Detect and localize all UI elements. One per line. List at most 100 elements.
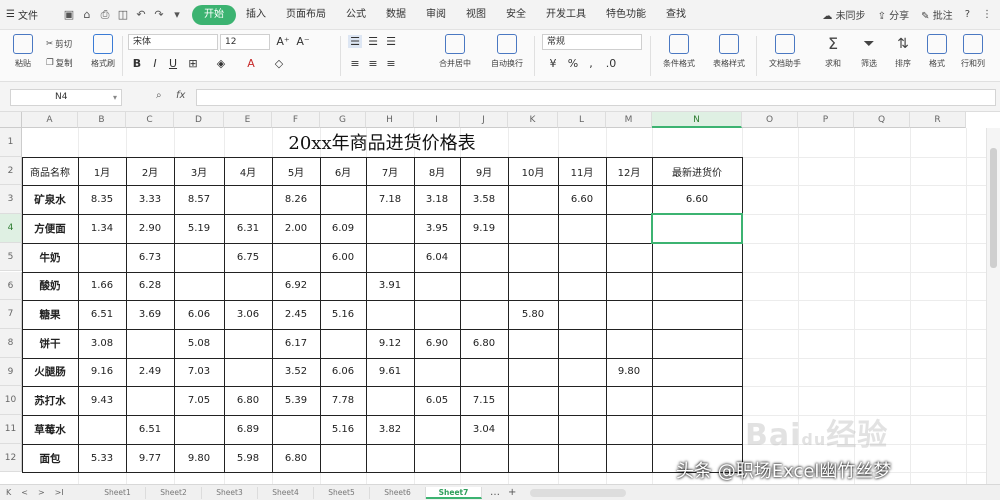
active-cell-cursor[interactable] bbox=[651, 213, 743, 244]
price-cell[interactable] bbox=[320, 272, 366, 301]
column-header-M[interactable]: M bbox=[606, 112, 652, 128]
price-cell[interactable] bbox=[606, 386, 652, 415]
ribbon-tab-5[interactable]: 审阅 bbox=[416, 5, 456, 25]
price-cell[interactable] bbox=[606, 243, 652, 272]
price-cell[interactable] bbox=[652, 243, 742, 272]
price-cell[interactable] bbox=[558, 386, 606, 415]
price-cell[interactable] bbox=[126, 386, 174, 415]
price-cell[interactable]: 6.28 bbox=[126, 272, 174, 301]
sheet-tab-4[interactable]: Sheet4 bbox=[258, 486, 314, 499]
row-header-1[interactable]: 1 bbox=[0, 128, 22, 157]
sheet-tab-5[interactable]: Sheet5 bbox=[314, 486, 370, 499]
column-header-D[interactable]: D bbox=[174, 112, 224, 128]
align-bottom-icon[interactable]: ☰ bbox=[384, 35, 398, 48]
price-cell[interactable]: 9.80 bbox=[174, 444, 224, 473]
price-cell[interactable] bbox=[224, 329, 272, 358]
more-sheets-icon[interactable]: … bbox=[490, 487, 500, 498]
doc-helper-button[interactable]: 文档助手 bbox=[768, 34, 802, 78]
header-cell-8[interactable]: 8月 bbox=[414, 157, 460, 186]
price-cell[interactable]: 7.78 bbox=[320, 386, 366, 415]
product-name-cell[interactable]: 草莓水 bbox=[22, 415, 78, 444]
row-header-4[interactable]: 4 bbox=[0, 214, 22, 243]
column-header-N[interactable]: N bbox=[652, 112, 742, 128]
price-cell[interactable]: 6.60 bbox=[652, 185, 742, 214]
row-header-6[interactable]: 6 bbox=[0, 271, 22, 301]
column-header-H[interactable]: H bbox=[366, 112, 414, 128]
price-cell[interactable]: 6.90 bbox=[414, 329, 460, 358]
price-cell[interactable] bbox=[558, 358, 606, 387]
price-cell[interactable] bbox=[558, 444, 606, 473]
ribbon-tab-10[interactable]: 查找 bbox=[656, 5, 696, 25]
price-cell[interactable]: 3.33 bbox=[126, 185, 174, 214]
font-grow-icon[interactable]: A⁺ bbox=[276, 35, 290, 48]
ribbon-tab-1[interactable]: 插入 bbox=[236, 5, 276, 25]
price-cell[interactable] bbox=[78, 243, 126, 272]
sheet-tab-2[interactable]: Sheet2 bbox=[146, 486, 202, 499]
price-cell[interactable] bbox=[460, 272, 508, 301]
sheet-tab-3[interactable]: Sheet3 bbox=[202, 486, 258, 499]
price-cell[interactable]: 9.12 bbox=[366, 329, 414, 358]
product-name-cell[interactable]: 面包 bbox=[22, 444, 78, 473]
header-cell-6[interactable]: 6月 bbox=[320, 157, 366, 186]
price-cell[interactable]: 6.92 bbox=[272, 272, 320, 301]
underline-icon[interactable]: U bbox=[166, 57, 180, 70]
ribbon-tab-8[interactable]: 开发工具 bbox=[536, 5, 596, 25]
price-cell[interactable] bbox=[224, 185, 272, 214]
column-header-O[interactable]: O bbox=[742, 112, 798, 128]
column-header-P[interactable]: P bbox=[798, 112, 854, 128]
sync-status[interactable]: ☁ 未同步 bbox=[822, 7, 865, 22]
vertical-scrollbar[interactable] bbox=[986, 128, 1000, 484]
add-sheet-icon[interactable]: + bbox=[508, 487, 516, 498]
price-cell[interactable] bbox=[78, 415, 126, 444]
prev-sheet-icon[interactable]: < bbox=[21, 488, 28, 497]
row-header-2[interactable]: 2 bbox=[0, 156, 22, 186]
price-cell[interactable] bbox=[558, 329, 606, 358]
product-name-cell[interactable]: 牛奶 bbox=[22, 243, 78, 272]
price-cell[interactable] bbox=[508, 386, 558, 415]
column-header-A[interactable]: A bbox=[22, 112, 78, 128]
header-cell-2[interactable]: 2月 bbox=[126, 157, 174, 186]
ribbon-tab-4[interactable]: 数据 bbox=[376, 5, 416, 25]
font-size-select[interactable]: 12 bbox=[220, 34, 270, 50]
decimal-icon[interactable]: .0 bbox=[604, 57, 618, 70]
price-cell[interactable] bbox=[320, 444, 366, 473]
comment-button[interactable]: ✎ 批注 bbox=[921, 7, 953, 22]
font-shrink-icon[interactable]: A⁻ bbox=[296, 35, 310, 48]
price-cell[interactable] bbox=[606, 329, 652, 358]
cut-button[interactable]: ✂ 剪切 bbox=[46, 38, 72, 50]
price-cell[interactable] bbox=[652, 272, 742, 301]
price-cell[interactable] bbox=[606, 272, 652, 301]
align-left-icon[interactable]: ≡ bbox=[348, 57, 362, 70]
price-cell[interactable]: 6.80 bbox=[460, 329, 508, 358]
price-cell[interactable] bbox=[366, 444, 414, 473]
scroll-thumb[interactable] bbox=[990, 148, 997, 268]
price-cell[interactable] bbox=[366, 214, 414, 243]
redo-icon[interactable]: ↷ bbox=[152, 8, 166, 22]
header-cell-11[interactable]: 11月 bbox=[558, 157, 606, 186]
price-cell[interactable]: 6.04 bbox=[414, 243, 460, 272]
header-cell-9[interactable]: 9月 bbox=[460, 157, 508, 186]
paste-button[interactable]: 粘贴 bbox=[6, 34, 40, 78]
price-cell[interactable] bbox=[652, 415, 742, 444]
border-icon[interactable]: ⊞ bbox=[186, 57, 200, 70]
price-cell[interactable]: 6.06 bbox=[320, 358, 366, 387]
header-cell-10[interactable]: 10月 bbox=[508, 157, 558, 186]
price-cell[interactable]: 3.18 bbox=[414, 185, 460, 214]
format-painter-button[interactable]: 格式刷 bbox=[86, 34, 120, 78]
price-cell[interactable]: 3.95 bbox=[414, 214, 460, 243]
row-header-9[interactable]: 9 bbox=[0, 357, 22, 387]
price-cell[interactable] bbox=[558, 415, 606, 444]
price-cell[interactable]: 9.16 bbox=[78, 358, 126, 387]
font-color-icon[interactable]: A bbox=[244, 57, 258, 70]
price-cell[interactable] bbox=[606, 214, 652, 243]
price-cell[interactable] bbox=[174, 243, 224, 272]
row-header-7[interactable]: 7 bbox=[0, 300, 22, 329]
column-header-C[interactable]: C bbox=[126, 112, 174, 128]
price-cell[interactable] bbox=[508, 444, 558, 473]
ribbon-tab-0[interactable]: 开始 bbox=[192, 4, 236, 25]
price-cell[interactable]: 5.33 bbox=[78, 444, 126, 473]
price-cell[interactable]: 6.06 bbox=[174, 300, 224, 329]
ribbon-tab-3[interactable]: 公式 bbox=[336, 5, 376, 25]
price-cell[interactable] bbox=[508, 243, 558, 272]
product-name-cell[interactable]: 苏打水 bbox=[22, 386, 78, 415]
